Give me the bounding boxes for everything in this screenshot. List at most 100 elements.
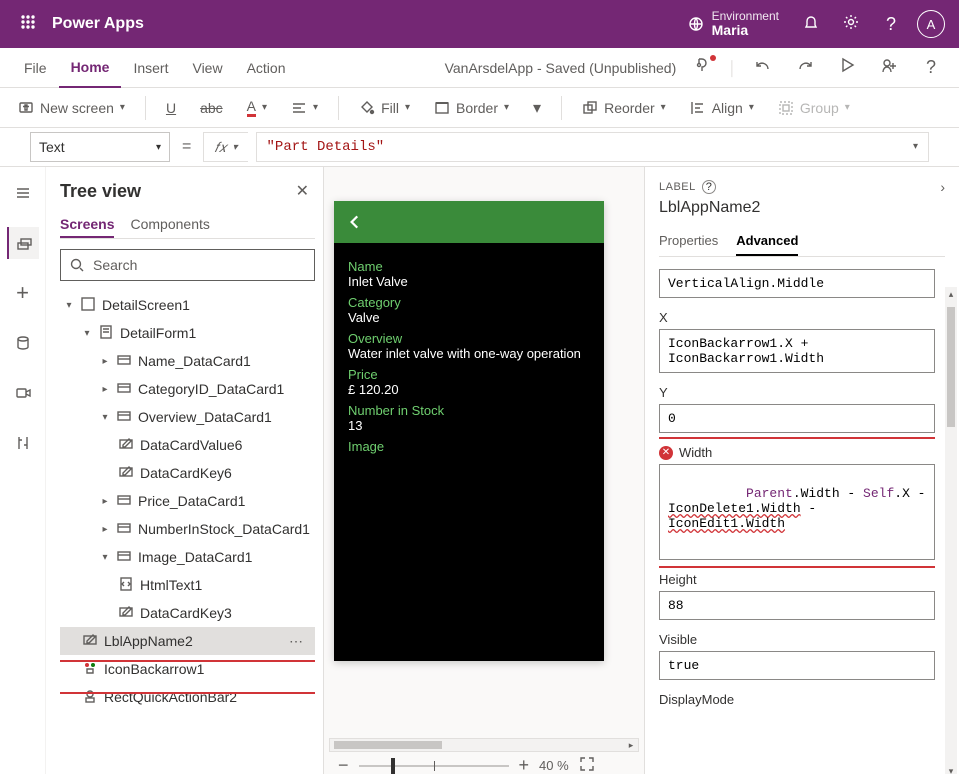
error-icon[interactable]: ✕ [659, 446, 673, 460]
node-detailscreen[interactable]: ▾ DetailScreen1 [60, 291, 315, 319]
app-preview[interactable]: Name Inlet Valve Category Valve Overview… [334, 201, 604, 661]
node-lblappname[interactable]: LblAppName2 ⋯ [60, 627, 315, 655]
node-label: DataCardValue6 [140, 437, 242, 453]
formula-input[interactable]: "Part Details" ▾ [256, 132, 929, 162]
prop-vertical-align-input[interactable]: VerticalAlign.Middle [659, 269, 935, 298]
fx-indicator[interactable]: 𝑓𝑥▾ [203, 132, 247, 162]
lbl-image: Image [348, 439, 590, 454]
prop-visible-input[interactable]: true [659, 651, 935, 680]
node-price-card[interactable]: ▸ Price_DataCard1 [60, 487, 315, 515]
redo-icon[interactable] [789, 57, 821, 78]
strike-button[interactable]: abc [190, 92, 233, 124]
preview-back-icon[interactable] [334, 201, 604, 243]
property-selector[interactable]: Text▾ [30, 132, 170, 162]
menu-home[interactable]: Home [59, 48, 122, 88]
avatar[interactable]: A [917, 10, 945, 38]
border-button[interactable]: Border▾ [424, 92, 519, 124]
lbl-category: Category [348, 295, 590, 310]
help-icon[interactable]: ? [871, 14, 911, 35]
node-label: Price_DataCard1 [138, 493, 245, 509]
node-rectbar[interactable]: RectQuickActionBar2 [60, 683, 315, 711]
props-scrollbar[interactable]: ▴ ▾ [945, 287, 957, 774]
node-label: Overview_DataCard1 [138, 409, 272, 425]
val-overview: Water inlet valve with one-way operation [348, 346, 590, 361]
node-overview-card[interactable]: ▾ Overview_DataCard1 [60, 403, 315, 431]
zoom-out-button[interactable]: − [338, 755, 349, 774]
node-iconback[interactable]: IconBackarrow1 [60, 655, 315, 683]
prop-y-label: Y [659, 385, 935, 400]
env-name: Maria [712, 23, 779, 38]
new-screen-button[interactable]: New screen ▾ [8, 92, 135, 124]
rail-hamburger-icon[interactable] [7, 177, 39, 209]
pane-expand-icon[interactable]: › [940, 179, 945, 195]
lbl-stock: Number in Stock [348, 403, 590, 418]
txt: .Width - [793, 486, 863, 501]
node-label: DetailForm1 [120, 325, 196, 341]
node-image-card[interactable]: ▾ Image_DataCard1 [60, 543, 315, 571]
align-text-button[interactable]: ▾ [281, 92, 328, 124]
pane-info-icon[interactable]: ? [702, 180, 716, 194]
align-button[interactable]: Align▾ [680, 92, 764, 124]
share-icon[interactable] [873, 57, 905, 78]
app-checker-icon[interactable] [686, 57, 718, 78]
prop-y-input[interactable]: 0 [659, 404, 935, 433]
node-label: DataCardKey3 [140, 605, 232, 621]
node-dcv6[interactable]: DataCardValue6 [60, 431, 315, 459]
node-label: DetailScreen1 [102, 297, 190, 313]
prop-height-label: Height [659, 572, 935, 587]
waffle-icon[interactable] [8, 14, 48, 35]
menu-view[interactable]: View [180, 48, 234, 88]
node-dck3[interactable]: DataCardKey3 [60, 599, 315, 627]
zoom-slider[interactable] [359, 765, 509, 767]
val-name: Inlet Valve [348, 274, 590, 289]
play-icon[interactable] [831, 57, 863, 78]
node-dck6[interactable]: DataCardKey6 [60, 459, 315, 487]
help2-icon[interactable]: ? [915, 57, 947, 78]
node-category-card[interactable]: ▸ CategoryID_DataCard1 [60, 375, 315, 403]
product-name: Power Apps [48, 15, 148, 33]
tab-screens[interactable]: Screens [60, 212, 114, 238]
node-more-icon[interactable]: ⋯ [289, 633, 305, 650]
fill-button[interactable]: Fill▾ [349, 92, 420, 124]
txt: .X - [894, 486, 933, 501]
tab-properties[interactable]: Properties [659, 227, 718, 256]
rail-tree-icon[interactable] [7, 227, 39, 259]
environment-picker[interactable]: Environment Maria [676, 10, 791, 39]
underline-button[interactable]: U [156, 92, 186, 124]
rail-insert-icon[interactable]: + [7, 277, 39, 309]
notifications-icon[interactable] [791, 14, 831, 35]
rail-data-icon[interactable] [7, 327, 39, 359]
font-color-button[interactable]: A▾ [237, 92, 277, 124]
prop-height-input[interactable]: 88 [659, 591, 935, 620]
node-label: NumberInStock_DataCard1 [138, 521, 310, 537]
menu-file[interactable]: File [12, 48, 59, 88]
tree-search[interactable]: Search [60, 249, 315, 281]
canvas-scrollbar-x[interactable]: ◂ ▸ [329, 738, 639, 752]
close-icon[interactable]: ✕ [296, 181, 309, 201]
node-label: LblAppName2 [104, 633, 193, 649]
zoom-fit-icon[interactable] [579, 756, 595, 774]
node-name-card[interactable]: ▸ Name_DataCard1 [60, 347, 315, 375]
node-label: HtmlText1 [140, 577, 202, 593]
zoom-in-button[interactable]: + [519, 755, 530, 774]
rail-media-icon[interactable] [7, 377, 39, 409]
rail-tools-icon[interactable] [7, 427, 39, 459]
undo-icon[interactable] [747, 57, 779, 78]
prop-width-input[interactable]: Parent.Width - Self.X - IconDelete1.Widt… [659, 464, 935, 560]
more-format-button[interactable]: ▾ [523, 92, 551, 124]
new-screen-label: New screen [40, 100, 114, 116]
menu-insert[interactable]: Insert [121, 48, 180, 88]
equals-icon: = [178, 138, 195, 156]
reorder-button[interactable]: Reorder▾ [572, 92, 676, 124]
tab-components[interactable]: Components [130, 212, 209, 238]
tab-advanced[interactable]: Advanced [736, 227, 798, 256]
node-detailform[interactable]: ▾ DetailForm1 [60, 319, 315, 347]
node-label: DataCardKey6 [140, 465, 232, 481]
kw-self: Self [863, 486, 894, 501]
node-html1[interactable]: HtmlText1 [60, 571, 315, 599]
prop-x-input[interactable]: IconBackarrow1.X + IconBackarrow1.Width [659, 329, 935, 373]
prop-x-label: X [659, 310, 935, 325]
menu-action[interactable]: Action [235, 48, 298, 88]
settings-icon[interactable] [831, 14, 871, 35]
node-stock-card[interactable]: ▸ NumberInStock_DataCard1 [60, 515, 315, 543]
